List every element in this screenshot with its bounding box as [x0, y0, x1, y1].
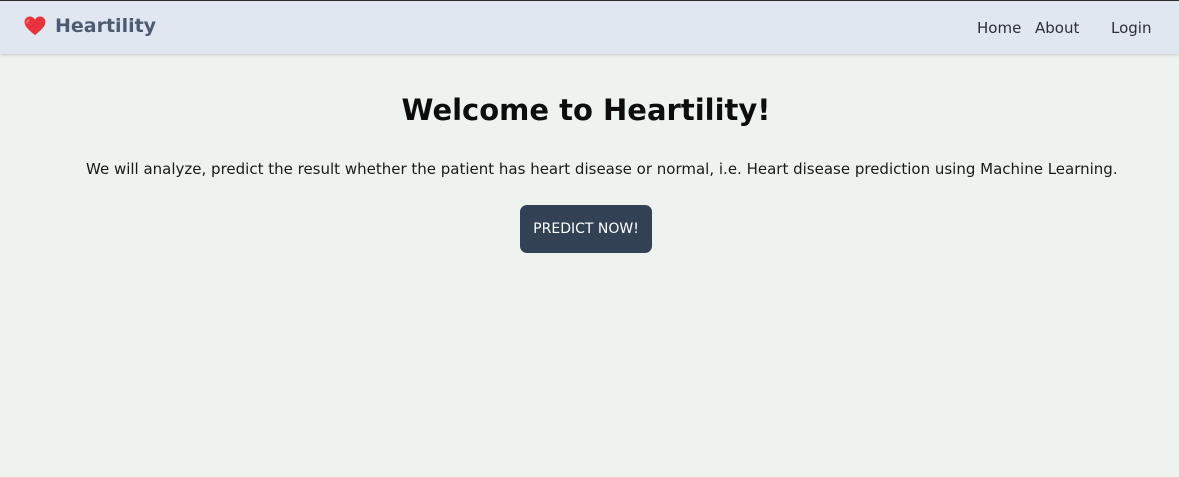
- nav-home-link[interactable]: Home: [977, 19, 1021, 37]
- heart-icon: [24, 16, 46, 36]
- navbar: Heartility Home About Login: [0, 0, 1179, 54]
- predict-now-button[interactable]: PREDICT NOW!: [520, 205, 652, 253]
- nav-login-link[interactable]: Login: [1111, 19, 1151, 37]
- main-content: Welcome to Heartility! We will analyze, …: [0, 55, 1179, 477]
- page-title: Welcome to Heartility!: [401, 93, 771, 127]
- page-description: We will analyze, predict the result whet…: [86, 160, 1118, 178]
- brand-logo[interactable]: Heartility: [24, 15, 156, 37]
- nav-about-link[interactable]: About: [1035, 19, 1079, 37]
- brand-name: Heartility: [55, 15, 157, 37]
